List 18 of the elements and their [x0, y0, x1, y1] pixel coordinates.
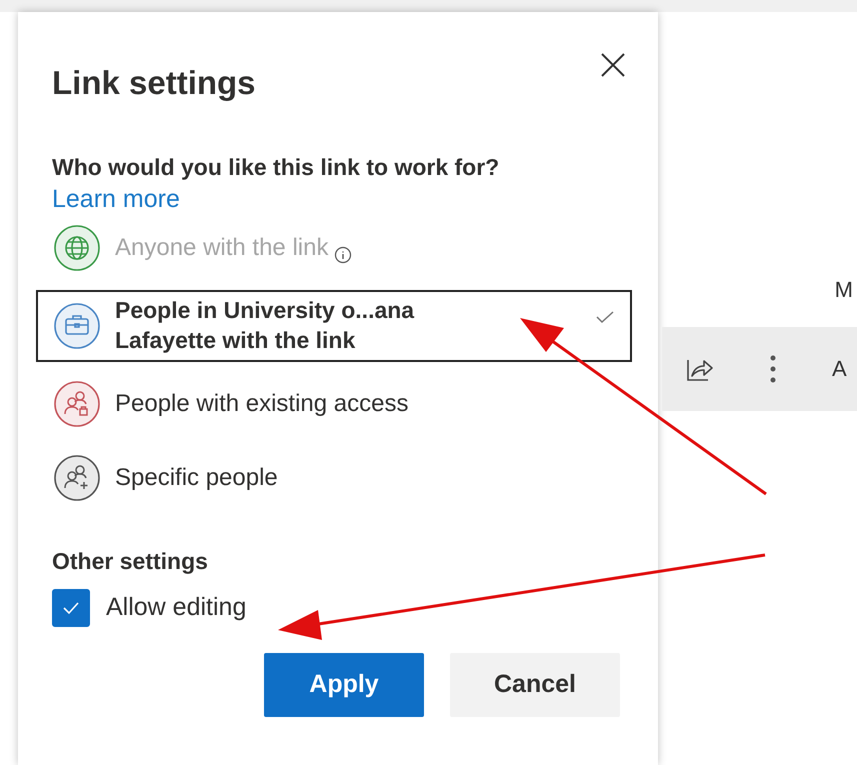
audience-option[interactable]: People in University o...ana Lafayette with the link [36, 290, 632, 362]
dialog-title: Link settings [52, 64, 256, 102]
column-header: M [834, 277, 853, 303]
more-options-icon[interactable] [770, 355, 776, 383]
checkmark-icon [61, 600, 81, 616]
list-row[interactable]: A [662, 327, 857, 411]
close-icon[interactable] [600, 52, 626, 78]
row-text: A [832, 356, 847, 382]
apply-button[interactable]: Apply [264, 652, 424, 717]
question-text: Who would you like this link to work for? [52, 154, 500, 181]
checkbox-label: Allow editing [106, 593, 246, 622]
cancel-button[interactable]: Cancel [450, 652, 620, 717]
learn-more-link[interactable]: Learn more [52, 185, 180, 214]
audience-option[interactable]: Specific people [36, 446, 632, 510]
check-icon [595, 310, 615, 324]
checkbox[interactable] [52, 588, 90, 627]
section-heading: Other settings [52, 548, 209, 575]
audience-option[interactable]: People with existing access [36, 372, 632, 436]
